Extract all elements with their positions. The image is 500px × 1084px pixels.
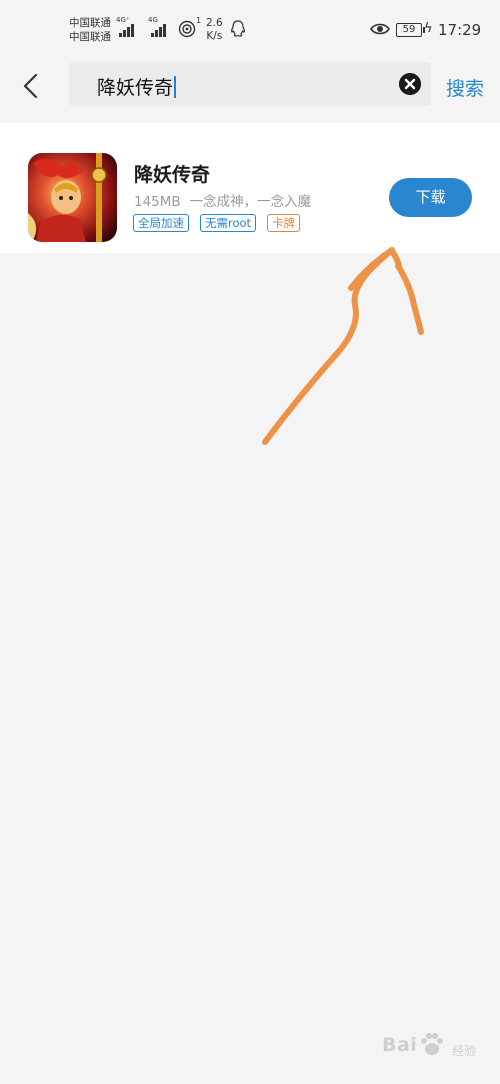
baidu-watermark: Bai 经验 — [380, 1026, 490, 1066]
text-cursor — [174, 76, 177, 98]
qq-icon — [230, 20, 246, 37]
network-speed: 2.6 K/s — [206, 17, 223, 42]
charging-icon: ϟ — [424, 21, 433, 36]
search-button[interactable]: 搜索 — [446, 74, 484, 101]
app-icon[interactable] — [28, 153, 117, 242]
app-meta: 145MB 一念成神，一念入魔 — [134, 190, 311, 210]
eye-icon — [370, 23, 390, 35]
status-bar: 中国联通 中国联通 4G⁺ 4G 1 2.6 K/s 59 ϟ 17:29 — [0, 0, 500, 50]
carrier-labels: 中国联通 中国联通 — [69, 16, 111, 44]
search-input[interactable]: 降妖传奇 — [69, 62, 431, 106]
watermark-sub: 经验 — [452, 1044, 477, 1058]
back-arrow-icon[interactable] — [18, 73, 44, 99]
paw-icon — [421, 1033, 443, 1055]
tag-no-root: 无需root — [200, 214, 257, 232]
search-query-text[interactable]: 降妖传奇 — [97, 73, 177, 100]
app-size: 145MB — [134, 194, 181, 210]
battery-level: 59 — [396, 23, 425, 37]
tag-global-acceleration: 全局加速 — [133, 214, 189, 232]
hotspot-users: 1 — [196, 16, 202, 25]
carrier-2: 中国联通 — [69, 31, 111, 43]
app-tags: 全局加速 无需root 卡牌 — [133, 214, 311, 232]
carrier-1: 中国联通 — [69, 17, 111, 29]
download-button[interactable]: 下载 — [389, 178, 472, 217]
app-slogan: 一念成神，一念入魔 — [189, 194, 312, 210]
tag-card-game: 卡牌 — [267, 214, 301, 232]
hotspot-icon — [178, 20, 196, 38]
clear-icon[interactable] — [399, 73, 421, 95]
search-header: 降妖传奇 搜索 — [0, 50, 500, 123]
search-result-item[interactable]: 降妖传奇 145MB 一念成神，一念入魔 全局加速 无需root 卡牌 下载 — [0, 123, 500, 253]
clock: 17:29 — [438, 21, 482, 39]
app-name[interactable]: 降妖传奇 — [134, 160, 210, 187]
watermark-text: Bai — [382, 1034, 418, 1056]
